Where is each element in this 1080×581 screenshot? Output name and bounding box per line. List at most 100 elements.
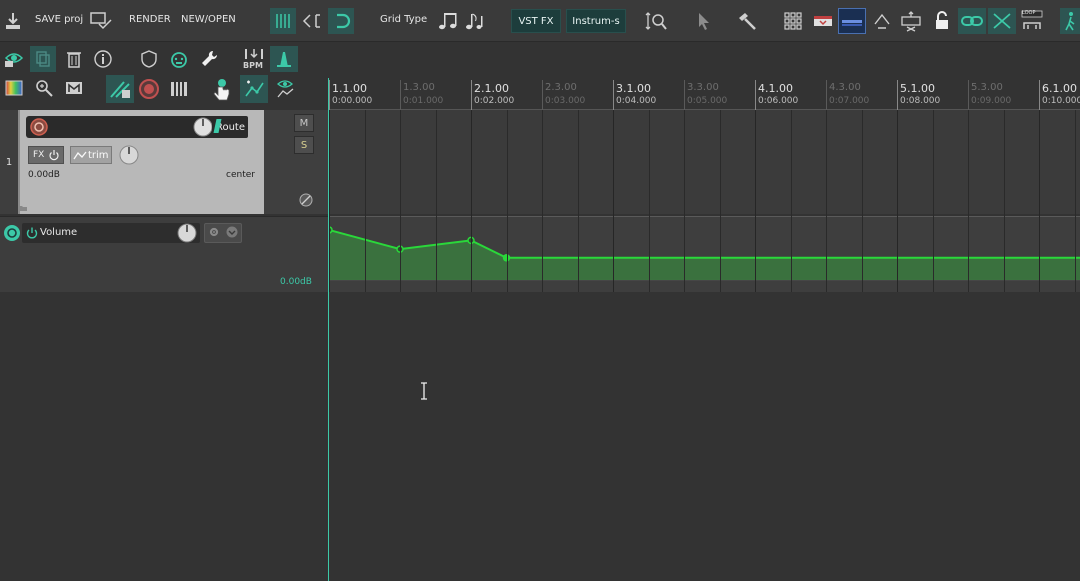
grid-line [755, 110, 756, 292]
hand-cursor-icon[interactable] [208, 76, 234, 104]
bpm-icon[interactable]: BPM [240, 46, 268, 72]
track-number[interactable]: 1 [0, 110, 18, 214]
eye-icon[interactable] [2, 46, 26, 70]
ruler-beat-label: 4.3.00 [829, 82, 861, 93]
pan-knob[interactable] [118, 144, 140, 166]
ruler-bar-label: 3.1.00 [616, 82, 651, 95]
dotted-note-icon[interactable] [462, 8, 486, 34]
envelope-visibility-icon[interactable] [272, 76, 300, 102]
instruments-button[interactable]: Instrum-s [566, 9, 626, 33]
render-button[interactable]: RENDER [129, 14, 171, 25]
solo-button[interactable]: S [294, 136, 314, 154]
save-project-button[interactable]: SAVE proj [35, 14, 83, 25]
zoom-vertical-icon[interactable] [643, 8, 669, 34]
ruler-beat-line [542, 80, 543, 110]
envelope-name-box[interactable]: Volume [22, 223, 200, 243]
render-icon[interactable] [88, 9, 116, 33]
ruler-beat-time: 0:03.000 [545, 96, 586, 106]
new-open-button[interactable]: NEW/OPEN [181, 14, 236, 25]
grid-line [364, 110, 366, 292]
ruler-bar-time: 0:04.000 [616, 96, 657, 106]
mixer-m-icon[interactable] [62, 76, 86, 100]
mute-button[interactable]: M [294, 114, 314, 132]
ruler-bar-line [1039, 80, 1040, 110]
grid-line [1039, 110, 1040, 292]
fx-button[interactable]: FX [28, 146, 64, 164]
ruler-beat-time: 0:09.000 [971, 96, 1012, 106]
track-panel[interactable]: Route FX trim 0.00dB center [18, 110, 264, 214]
walk-icon[interactable] [1060, 8, 1080, 34]
grid-line [861, 110, 863, 292]
envelope-bypass-icon[interactable] [3, 224, 21, 242]
grid-line [1074, 110, 1076, 292]
ruler-bar-label: 5.1.00 [900, 82, 935, 95]
hammer-icon[interactable] [734, 8, 760, 34]
vst-fx-button[interactable]: VST FX [511, 9, 561, 33]
grid-line [826, 110, 827, 292]
meter-display-icon[interactable] [838, 8, 866, 34]
chain-link-icon[interactable] [958, 8, 986, 34]
ruler-beat-time: 0:05.000 [687, 96, 728, 106]
ruler-beat-line [684, 80, 685, 110]
grid-line [506, 110, 508, 292]
timeline-ruler[interactable]: 1.1.00 0:00.000 2.1.00 0:02.000 3.1.00 0:04.0… [328, 78, 1080, 110]
envelope-options-button[interactable] [204, 223, 242, 243]
track-name-input[interactable] [26, 116, 226, 138]
piano-keys-icon[interactable] [166, 76, 192, 102]
route-link-icon[interactable] [870, 8, 894, 34]
main-toolbar: SAVE proj RENDER NEW/OPEN Grid Type VST … [0, 0, 1080, 42]
trim-envelope-icon [73, 149, 87, 161]
track-record-arm-icon[interactable] [29, 117, 49, 137]
ripple-edit-icon[interactable] [898, 8, 924, 34]
grid-line [329, 110, 330, 292]
eighth-notes-icon[interactable] [436, 8, 460, 34]
grid-line [932, 110, 934, 292]
track-control-panel: 1 Route FX trim 0.00dB center M S [0, 110, 328, 214]
ruler-bar-label: 2.1.00 [474, 82, 509, 95]
crossfade-icon[interactable] [988, 8, 1016, 34]
ruler-beat-line [968, 80, 969, 110]
shield-icon[interactable] [136, 46, 162, 72]
record-arm-icon[interactable] [136, 76, 162, 102]
trim-button[interactable]: trim [70, 146, 112, 164]
zoom-icon[interactable] [32, 76, 56, 100]
grid-icon[interactable] [270, 8, 296, 34]
envelope-edit-icon[interactable] [240, 75, 268, 103]
ruler-bar-label: 1.1.00 [332, 82, 367, 95]
info-icon[interactable] [90, 46, 116, 72]
arrange-view[interactable] [328, 110, 1080, 581]
pointer-icon[interactable] [692, 8, 716, 34]
folder-icon[interactable] [18, 204, 28, 212]
trash-icon[interactable] [62, 46, 86, 72]
snap-magnet-icon[interactable] [328, 8, 354, 34]
grid-type-label: Grid Type [380, 14, 428, 25]
volume-knob[interactable] [192, 116, 214, 138]
ruler-bar-label: 4.1.00 [758, 82, 793, 95]
color-palette-icon[interactable] [2, 76, 26, 100]
lock-icon[interactable] [930, 8, 954, 34]
fx-bypass-icon[interactable] [48, 149, 60, 161]
routing-matrix-icon[interactable] [106, 75, 134, 103]
ruler-bar-time: 0:02.000 [474, 96, 515, 106]
wrench-icon[interactable] [196, 46, 222, 72]
envelope-name: Volume [40, 227, 78, 238]
route-button[interactable]: Route [212, 116, 248, 138]
envelope-power-icon[interactable] [25, 226, 39, 240]
save-icon[interactable] [2, 10, 24, 32]
grid-dots-icon[interactable] [780, 8, 806, 34]
loop-text: LOOP [1022, 10, 1036, 16]
loop-icon[interactable]: LOOP [1018, 8, 1046, 34]
ruler-beat-label: 2.3.00 [545, 82, 577, 93]
metronome-face-icon[interactable] [166, 46, 192, 72]
media-item-icon[interactable] [812, 9, 834, 33]
ruler-beat-time: 0:07.000 [829, 96, 870, 106]
ruler-bar-line [329, 80, 330, 110]
ruler-bar-line [613, 80, 614, 110]
snap-back-icon[interactable] [300, 8, 324, 34]
phase-invert-icon[interactable] [298, 192, 314, 208]
copy-icon[interactable] [30, 46, 56, 72]
ruler-bar-time: 0:06.000 [758, 96, 799, 106]
metronome-icon[interactable] [270, 46, 298, 72]
ruler-beat-label: 1.3.00 [403, 82, 435, 93]
envelope-value-knob[interactable] [176, 222, 198, 244]
